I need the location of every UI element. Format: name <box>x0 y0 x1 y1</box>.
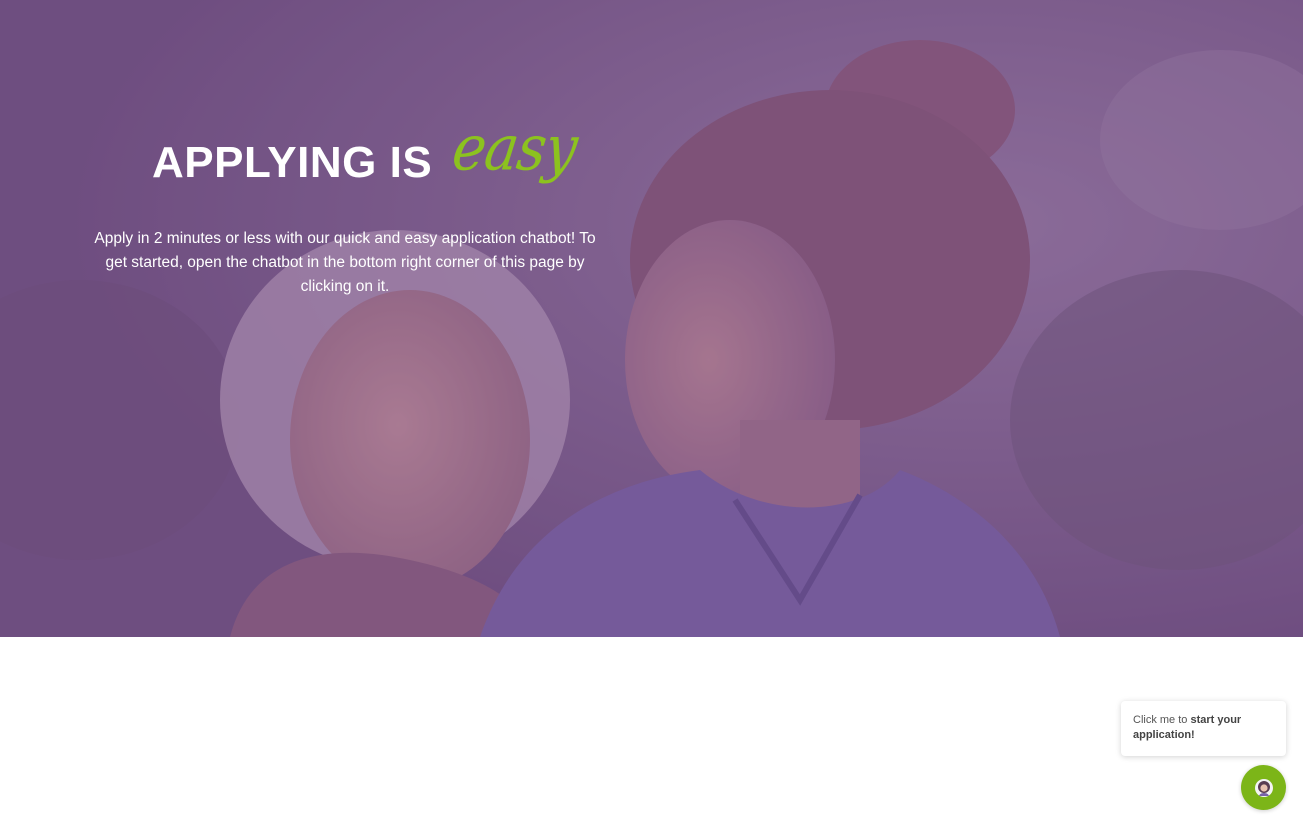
hero-section: APPLYING IS easy Apply in 2 minutes or l… <box>0 0 1303 637</box>
chat-launcher-button[interactable] <box>1241 765 1286 810</box>
hero-heading: APPLYING IS easy <box>152 112 581 218</box>
heading-script-text: easy <box>448 112 582 185</box>
chat-tooltip[interactable]: Click me to start your application! <box>1121 701 1286 756</box>
heading-bold-text: APPLYING IS <box>152 138 433 187</box>
tooltip-prefix: Click me to <box>1133 714 1191 726</box>
chatbot-avatar-icon <box>1254 778 1273 797</box>
hero-overlay <box>0 0 1303 637</box>
hero-description: Apply in 2 minutes or less with our quic… <box>94 229 596 295</box>
